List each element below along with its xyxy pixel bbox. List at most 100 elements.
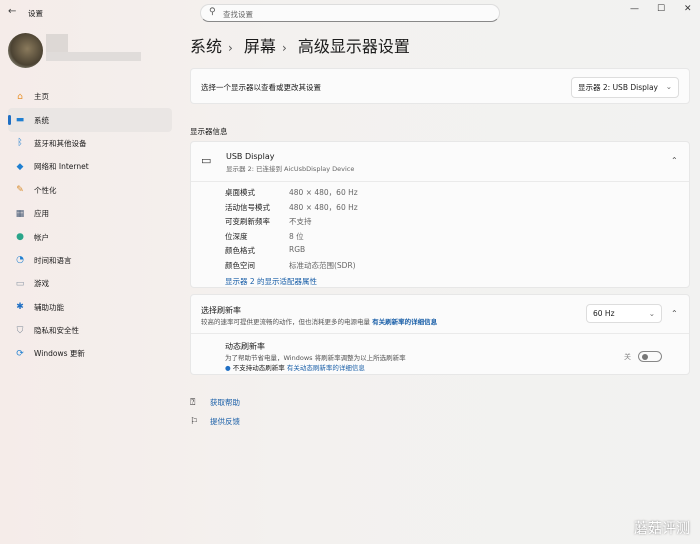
- sidebar-item-label: 应用: [34, 209, 49, 219]
- get-help-link[interactable]: ⍰ 获取帮助: [190, 397, 240, 408]
- sidebar-icon: ✎: [16, 185, 24, 196]
- refresh-rate-desc: 较高的速率可提供更流畅的动作，但也消耗更多的电源电量 有关刷新率的详细信息: [201, 316, 437, 326]
- info-key: 颜色空间: [225, 260, 255, 270]
- toggle-state-label: 关: [624, 353, 631, 361]
- chevron-up-icon[interactable]: ⌃: [671, 156, 678, 165]
- chevron-down-icon: ⌄: [648, 309, 655, 318]
- refresh-rate-card: 选择刷新率 较高的速率可提供更流畅的动作，但也消耗更多的电源电量 有关刷新率的详…: [190, 294, 690, 375]
- user-email-blurred: [46, 52, 141, 61]
- info-key: 可变刷新频率: [225, 217, 270, 226]
- sidebar-item-label: 时间和语言: [34, 255, 72, 265]
- info-value: 不支持: [289, 217, 312, 226]
- dynamic-refresh-note: ● 不支持动态刷新率 有关动态刷新率的详细信息: [225, 362, 365, 372]
- sidebar-item-9[interactable]: ✱ 辅助功能: [8, 296, 172, 319]
- adapter-properties-link[interactable]: 显示器 2 的显示适配器属性: [225, 276, 317, 287]
- display-info-card: ▭ USB Display 显示器 2: 已连接到 AicUsbDisplay …: [190, 141, 690, 288]
- sidebar-item-label: 网络和 Internet: [34, 162, 89, 172]
- breadcrumb-system[interactable]: 系统: [190, 37, 222, 56]
- info-value: 8 位: [289, 231, 304, 241]
- refresh-desc-text: 较高的速率可提供更流畅的动作，但也消耗更多的电源电量: [201, 318, 370, 326]
- sidebar-item-10[interactable]: ⛉ 隐私和安全性: [8, 319, 172, 342]
- sidebar-item-4[interactable]: ✎ 个性化: [8, 179, 172, 202]
- dynamic-refresh-toggle[interactable]: [638, 351, 662, 362]
- sidebar-nav: ⌂ 主页 ▬ 系统 ᛒ 蓝牙和其他设备 ◆ 网络和 Internet ✎ 个性化 ▦ 应用 ● 帐户 ◔ 时间…: [8, 85, 172, 366]
- dynamic-refresh-desc: 为了帮助节省电量，Windows 将刷新率调整为以上所选刷新率: [225, 354, 406, 362]
- search-placeholder: 查找设置: [223, 10, 253, 19]
- display-dropdown[interactable]: 显示器 2: USB Display ⌄: [571, 77, 679, 98]
- sidebar-item-label: 蓝牙和其他设备: [34, 138, 87, 148]
- sidebar-icon: ⟳: [16, 348, 24, 359]
- feedback-label: 提供反馈: [210, 417, 240, 426]
- dynamic-refresh-title: 动态刷新率: [225, 342, 265, 351]
- sidebar-item-7[interactable]: ◔ 时间和语言: [8, 249, 172, 272]
- app-title: 设置: [28, 9, 43, 18]
- info-row: 位深度 8 位: [225, 231, 358, 246]
- display-info-rows: 桌面模式 480 × 480，60 Hz 活动信号模式 480 × 480，60 Hz…: [225, 187, 358, 274]
- sidebar-item-label: 帐户: [34, 232, 49, 242]
- maximize-button[interactable]: ☐: [657, 4, 665, 14]
- sidebar-icon: ᛒ: [17, 138, 23, 149]
- chevron-right-icon: ›: [228, 41, 233, 55]
- breadcrumb-display[interactable]: 屏幕: [244, 37, 276, 56]
- sidebar-item-0[interactable]: ⌂ 主页: [8, 85, 172, 108]
- sidebar-item-3[interactable]: ◆ 网络和 Internet: [8, 155, 172, 178]
- user-name-blurred: [46, 34, 68, 52]
- info-value: 480 × 480，60 Hz: [289, 202, 358, 212]
- chevron-up-icon[interactable]: ⌃: [671, 309, 678, 318]
- info-key: 颜色格式: [225, 246, 255, 255]
- info-key: 位深度: [225, 231, 248, 241]
- section-title: 显示器信息: [190, 127, 228, 136]
- watermark: 蘑菇评测: [634, 521, 690, 537]
- display-info-header[interactable]: ▭ USB Display 显示器 2: 已连接到 AicUsbDisplay …: [191, 142, 689, 182]
- close-button[interactable]: ✕: [684, 4, 692, 14]
- feedback-icon: ⚐: [190, 416, 199, 427]
- sidebar-icon: ▭: [15, 278, 25, 289]
- sidebar-item-label: 辅助功能: [34, 302, 64, 312]
- search-input[interactable]: ⚲ 查找设置: [200, 4, 500, 22]
- sidebar-item-label: Windows 更新: [34, 349, 85, 359]
- display-name: USB Display: [226, 152, 275, 161]
- sidebar-icon: ◔: [16, 255, 24, 266]
- info-value: 标准动态范围(SDR): [289, 260, 356, 270]
- divider: [191, 333, 689, 334]
- dynamic-refresh-info-link[interactable]: 有关动态刷新率的详细信息: [287, 364, 365, 372]
- minimize-button[interactable]: —: [630, 4, 639, 14]
- get-help-label: 获取帮助: [210, 398, 240, 407]
- info-value: RGB: [289, 245, 306, 254]
- search-icon: ⚲: [209, 7, 216, 17]
- sidebar-item-6[interactable]: ● 帐户: [8, 225, 172, 248]
- feedback-link[interactable]: ⚐ 提供反馈: [190, 416, 240, 427]
- chevron-down-icon: ⌄: [665, 82, 672, 91]
- sidebar-item-8[interactable]: ▭ 游戏: [8, 272, 172, 295]
- refresh-rate-info-link[interactable]: 有关刷新率的详细信息: [372, 318, 437, 326]
- sidebar-item-5[interactable]: ▦ 应用: [8, 202, 172, 225]
- refresh-rate-dropdown[interactable]: 60 Hz ⌄: [586, 304, 662, 323]
- monitor-icon: ▭: [201, 154, 212, 167]
- back-arrow-icon[interactable]: ←: [8, 6, 16, 17]
- info-row: 颜色空间 标准动态范围(SDR): [225, 260, 358, 275]
- help-icon: ⍰: [190, 397, 196, 408]
- info-row: 颜色格式 RGB: [225, 245, 358, 260]
- refresh-rate-value: 60 Hz: [593, 309, 615, 318]
- sidebar-icon: ◆: [16, 161, 24, 172]
- title-bar: ← 设置 ⚲ 查找设置 — ☐ ✕: [0, 0, 700, 28]
- display-subtitle: 显示器 2: 已连接到 AicUsbDisplay Device: [226, 165, 355, 173]
- sidebar-icon: ✱: [16, 302, 24, 313]
- sidebar-icon: ⛉: [16, 325, 24, 336]
- info-icon: ●: [225, 364, 231, 372]
- info-key: 活动信号模式: [225, 202, 270, 212]
- breadcrumb: 系统 › 屏幕 › 高级显示器设置: [190, 33, 416, 57]
- sidebar-icon: ⌂: [17, 91, 23, 102]
- sidebar-item-label: 游戏: [34, 279, 49, 289]
- sidebar-item-1[interactable]: ▬ 系统: [8, 108, 172, 132]
- info-row: 可变刷新频率 不支持: [225, 216, 358, 231]
- chevron-right-icon: ›: [281, 41, 287, 55]
- avatar[interactable]: [8, 33, 43, 68]
- sidebar-item-11[interactable]: ⟳ Windows 更新: [8, 342, 172, 365]
- sidebar-item-label: 系统: [34, 115, 49, 125]
- sidebar-item-label: 个性化: [34, 185, 57, 195]
- info-row: 桌面模式 480 × 480，60 Hz: [225, 187, 358, 202]
- note-text: 不支持动态刷新率: [232, 364, 285, 372]
- sidebar-item-label: 主页: [34, 92, 49, 102]
- sidebar-item-2[interactable]: ᛒ 蓝牙和其他设备: [8, 132, 172, 155]
